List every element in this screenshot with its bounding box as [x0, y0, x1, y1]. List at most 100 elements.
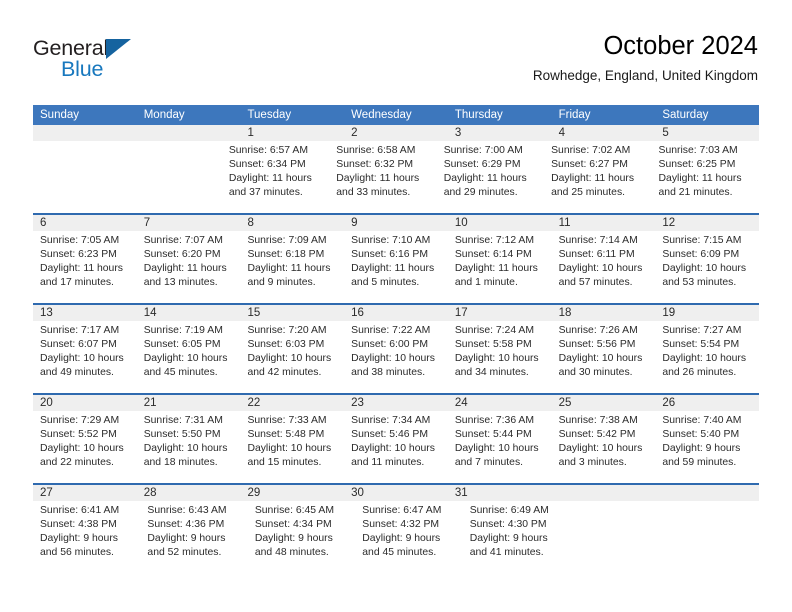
day-number[interactable]: 17	[448, 305, 552, 321]
day-cell[interactable]: Sunrise: 7:31 AM Sunset: 5:50 PM Daylight:…	[137, 411, 241, 483]
daylight-text-line2: and 33 minutes.	[336, 187, 411, 198]
day-cell[interactable]: Sunrise: 7:36 AM Sunset: 5:44 PM Daylight:…	[448, 411, 552, 483]
sunset-text: Sunset: 5:58 PM	[454, 339, 532, 350]
daylight-text-line1: Daylight: 9 hours	[362, 533, 441, 544]
day-number-empty	[552, 485, 656, 501]
day-cell[interactable]: Sunrise: 7:34 AM Sunset: 5:46 PM Daylight:…	[344, 411, 448, 483]
sunset-text: Sunset: 6:23 PM	[40, 249, 117, 260]
day-cell[interactable]: Sunrise: 7:02 AM Sunset: 6:27 PM Daylight:…	[544, 141, 651, 213]
day-number[interactable]: 9	[344, 215, 448, 231]
day-cell[interactable]: Sunrise: 6:45 AM Sunset: 4:34 PM Daylight:…	[248, 501, 355, 573]
day-cell[interactable]: Sunrise: 7:33 AM Sunset: 5:48 PM Daylight:…	[240, 411, 344, 483]
daylight-text-line1: Daylight: 10 hours	[143, 443, 228, 454]
sunrise-text: Sunrise: 7:15 AM	[662, 235, 742, 246]
weekday-header-row: Sunday Monday Tuesday Wednesday Thursday…	[33, 105, 759, 125]
day-number[interactable]: 23	[344, 395, 448, 411]
sunrise-text: Sunrise: 7:00 AM	[443, 145, 523, 156]
sunset-text: Sunset: 6:25 PM	[658, 159, 736, 170]
sunrise-text: Sunrise: 6:43 AM	[147, 505, 227, 516]
day-number[interactable]: 16	[344, 305, 448, 321]
daylight-text-line1: Daylight: 10 hours	[558, 263, 643, 274]
day-number[interactable]: 31	[448, 485, 552, 501]
daylight-text-line2: and 21 minutes.	[658, 187, 733, 198]
daylight-text-line2: and 7 minutes.	[454, 457, 524, 468]
daylight-text-line1: Daylight: 11 hours	[351, 263, 435, 274]
day-cell[interactable]: Sunrise: 7:03 AM Sunset: 6:25 PM Daylight:…	[652, 141, 759, 213]
day-number[interactable]: 18	[552, 305, 656, 321]
day-number[interactable]: 22	[240, 395, 344, 411]
day-cell[interactable]: Sunrise: 7:09 AM Sunset: 6:18 PM Daylight:…	[240, 231, 344, 303]
day-cell[interactable]: Sunrise: 7:24 AM Sunset: 5:58 PM Daylight:…	[448, 321, 552, 393]
day-number[interactable]: 5	[655, 125, 759, 141]
day-cell[interactable]: Sunrise: 7:38 AM Sunset: 5:42 PM Daylight:…	[552, 411, 656, 483]
day-number[interactable]: 2	[344, 125, 448, 141]
day-cell[interactable]: Sunrise: 7:10 AM Sunset: 6:16 PM Daylight:…	[344, 231, 448, 303]
day-number[interactable]: 8	[240, 215, 344, 231]
day-number[interactable]: 21	[137, 395, 241, 411]
day-number[interactable]: 19	[655, 305, 759, 321]
day-number[interactable]: 15	[240, 305, 344, 321]
week-detail-band: Sunrise: 7:05 AM Sunset: 6:23 PM Daylight:…	[33, 231, 759, 303]
day-number[interactable]: 3	[448, 125, 552, 141]
day-cell[interactable]: Sunrise: 7:26 AM Sunset: 5:56 PM Daylight:…	[552, 321, 656, 393]
weekday-header-sunday: Sunday	[40, 109, 80, 121]
daylight-text-line2: and 37 minutes.	[228, 187, 303, 198]
day-cell[interactable]: Sunrise: 7:22 AM Sunset: 6:00 PM Daylight:…	[344, 321, 448, 393]
day-number[interactable]: 20	[33, 395, 137, 411]
day-cell[interactable]: Sunrise: 7:12 AM Sunset: 6:14 PM Daylight:…	[448, 231, 552, 303]
day-number[interactable]: 25	[552, 395, 656, 411]
day-number[interactable]: 29	[240, 485, 344, 501]
day-number[interactable]: 10	[448, 215, 552, 231]
sunset-text: Sunset: 6:27 PM	[551, 159, 628, 170]
day-number[interactable]: 1	[240, 125, 344, 141]
day-number[interactable]: 27	[33, 485, 137, 501]
day-cell[interactable]: Sunrise: 6:43 AM Sunset: 4:36 PM Daylight:…	[140, 501, 247, 573]
sunrise-text: Sunrise: 7:34 AM	[351, 415, 431, 426]
day-number[interactable]: 30	[344, 485, 448, 501]
day-number[interactable]: 28	[137, 485, 241, 501]
daylight-text-line2: and 45 minutes.	[362, 547, 437, 558]
day-cell[interactable]: Sunrise: 7:29 AM Sunset: 5:52 PM Daylight:…	[33, 411, 137, 483]
daylight-text-line1: Daylight: 10 hours	[351, 353, 435, 364]
day-number[interactable]: 6	[33, 215, 137, 231]
sunrise-text: Sunrise: 6:58 AM	[336, 145, 416, 156]
day-cell[interactable]: Sunrise: 7:20 AM Sunset: 6:03 PM Daylight:…	[240, 321, 344, 393]
week-detail-band: Sunrise: 6:41 AM Sunset: 4:38 PM Daylight:…	[33, 501, 759, 573]
daylight-text-line1: Daylight: 9 hours	[147, 533, 226, 544]
day-cell[interactable]: Sunrise: 7:14 AM Sunset: 6:11 PM Daylight:…	[552, 231, 656, 303]
daylight-text-line2: and 5 minutes.	[351, 277, 420, 288]
day-number[interactable]: 4	[552, 125, 656, 141]
sunset-text: Sunset: 6:18 PM	[247, 249, 325, 260]
day-number-empty	[655, 485, 759, 501]
day-cell[interactable]: Sunrise: 6:58 AM Sunset: 6:32 PM Daylight:…	[329, 141, 436, 213]
sunrise-text: Sunrise: 7:38 AM	[558, 415, 638, 426]
day-cell[interactable]: Sunrise: 6:49 AM Sunset: 4:30 PM Daylight:…	[463, 501, 570, 573]
day-number[interactable]: 7	[137, 215, 241, 231]
day-cell[interactable]: Sunrise: 7:07 AM Sunset: 6:20 PM Daylight:…	[137, 231, 241, 303]
day-cell[interactable]: Sunrise: 7:40 AM Sunset: 5:40 PM Daylight:…	[655, 411, 759, 483]
sunset-text: Sunset: 6:11 PM	[558, 249, 635, 260]
day-cell[interactable]: Sunrise: 7:15 AM Sunset: 6:09 PM Daylight:…	[655, 231, 759, 303]
sunset-text: Sunset: 5:42 PM	[558, 429, 636, 440]
day-number[interactable]: 12	[655, 215, 759, 231]
day-number[interactable]: 26	[655, 395, 759, 411]
day-cell[interactable]: Sunrise: 7:05 AM Sunset: 6:23 PM Daylight:…	[33, 231, 137, 303]
day-cell[interactable]: Sunrise: 6:41 AM Sunset: 4:38 PM Daylight:…	[33, 501, 140, 573]
day-cell[interactable]: Sunrise: 6:57 AM Sunset: 6:34 PM Daylight:…	[222, 141, 329, 213]
daylight-text-line1: Daylight: 9 hours	[662, 443, 741, 454]
day-number[interactable]: 14	[137, 305, 241, 321]
day-cell[interactable]: Sunrise: 7:27 AM Sunset: 5:54 PM Daylight:…	[655, 321, 759, 393]
day-cell[interactable]: Sunrise: 6:47 AM Sunset: 4:32 PM Daylight:…	[355, 501, 462, 573]
general-blue-logo[interactable]: General Blue	[33, 36, 153, 84]
day-number[interactable]: 24	[448, 395, 552, 411]
day-cell[interactable]: Sunrise: 7:19 AM Sunset: 6:05 PM Daylight:…	[137, 321, 241, 393]
weekday-header-saturday: Saturday	[662, 109, 709, 121]
daylight-text-line2: and 13 minutes.	[143, 277, 218, 288]
day-number[interactable]: 13	[33, 305, 137, 321]
day-cell[interactable]: Sunrise: 7:17 AM Sunset: 6:07 PM Daylight:…	[33, 321, 137, 393]
day-cell[interactable]: Sunrise: 7:00 AM Sunset: 6:29 PM Daylight:…	[437, 141, 544, 213]
sunrise-text: Sunrise: 7:27 AM	[662, 325, 742, 336]
page-subtitle: Rowhedge, England, United Kingdom	[532, 68, 758, 83]
day-number[interactable]: 11	[552, 215, 656, 231]
sunset-text: Sunset: 6:00 PM	[351, 339, 428, 350]
